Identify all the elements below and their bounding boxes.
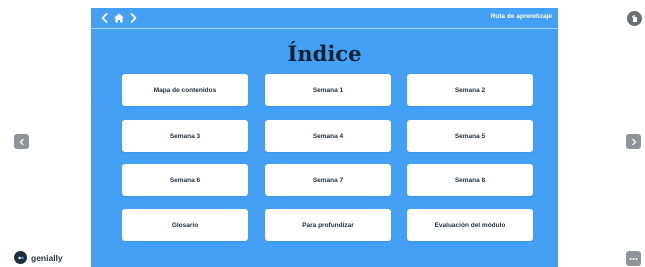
page-title: Índice <box>287 41 362 66</box>
slide-canvas: Ruta de aprendizaje Índice Mapa de conte… <box>91 8 558 267</box>
chevron-left-icon <box>19 138 24 145</box>
button-semana-5[interactable]: Semana 5 <box>407 120 533 152</box>
hand-pointer-icon <box>632 15 637 22</box>
button-semana-8[interactable]: Semana 8 <box>407 164 533 196</box>
ellipsis-icon <box>629 257 638 260</box>
genially-logo-icon <box>14 251 27 264</box>
chevron-right-icon[interactable] <box>127 12 139 24</box>
chevron-left-icon[interactable] <box>99 12 111 24</box>
previous-slide-button[interactable] <box>14 134 29 149</box>
button-para-profundizar[interactable]: Para profundizar <box>265 209 391 241</box>
chevron-right-icon <box>631 138 636 145</box>
button-semana-2[interactable]: Semana 2 <box>407 74 533 106</box>
button-semana-3[interactable]: Semana 3 <box>122 120 248 152</box>
brand-logo-area[interactable]: genially <box>14 251 63 264</box>
top-nav-bar: Ruta de aprendizaje <box>91 8 558 29</box>
button-glosario[interactable]: Glosario <box>122 209 248 241</box>
next-slide-button[interactable] <box>626 134 641 149</box>
brand-name: genially <box>31 252 63 263</box>
home-icon[interactable] <box>113 12 125 24</box>
button-evaluacion-del-modulo[interactable]: Evaluación del módulo <box>407 209 533 241</box>
button-semana-1[interactable]: Semana 1 <box>265 74 391 106</box>
learning-path-link[interactable]: Ruta de aprendizaje <box>491 13 552 20</box>
button-semana-4[interactable]: Semana 4 <box>265 120 391 152</box>
button-semana-7[interactable]: Semana 7 <box>265 164 391 196</box>
button-semana-6[interactable]: Semana 6 <box>122 164 248 196</box>
more-options-button[interactable] <box>626 251 641 266</box>
interactivity-button[interactable] <box>627 11 642 26</box>
button-mapa-de-contenidos[interactable]: Mapa de contenidos <box>122 74 248 106</box>
